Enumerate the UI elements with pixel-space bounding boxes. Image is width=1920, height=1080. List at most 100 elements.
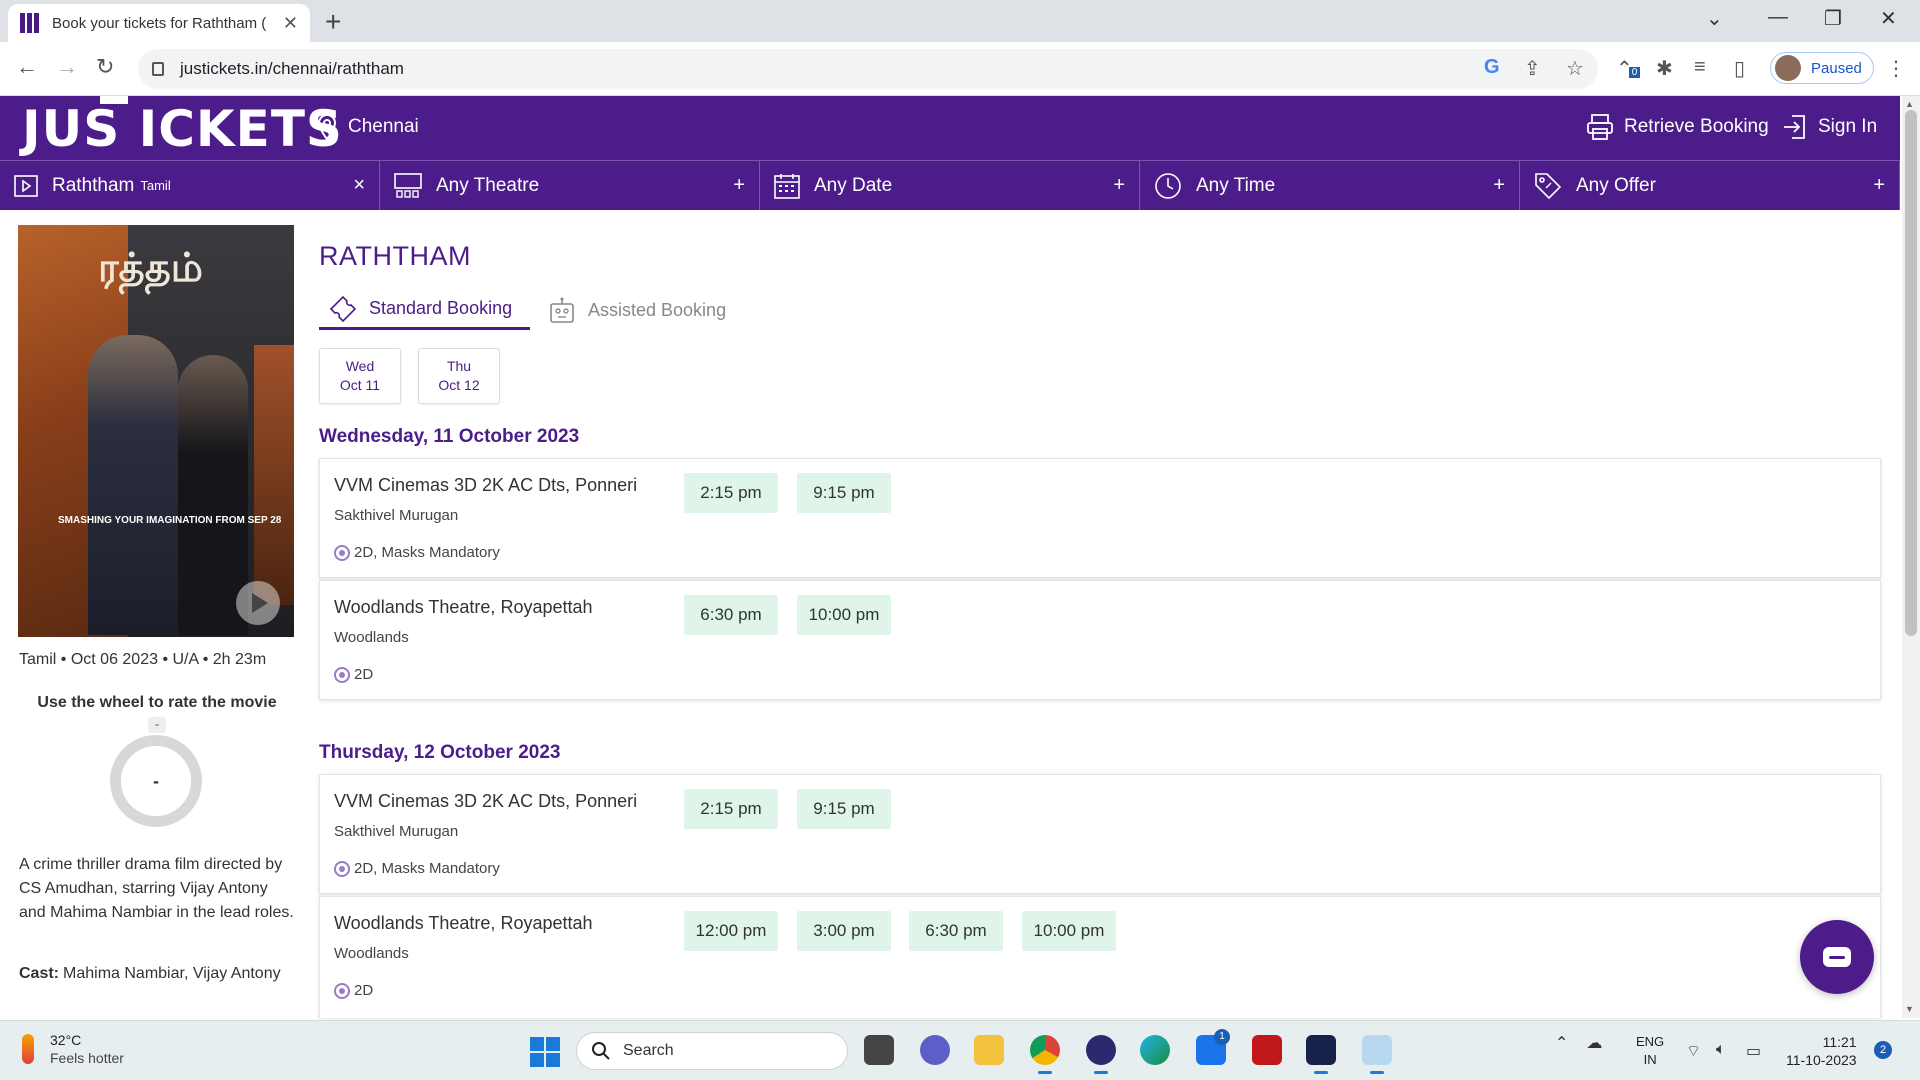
filter-theatre[interactable]: Any Theatre +: [380, 161, 760, 210]
scroll-up-arrow[interactable]: ▲: [1905, 99, 1914, 109]
filter-date[interactable]: Any Date +: [760, 161, 1140, 210]
tab-assisted-label: Assisted Booking: [588, 299, 727, 320]
share-icon[interactable]: ⇪: [1524, 56, 1541, 81]
play-trailer-icon[interactable]: [236, 581, 280, 625]
showtime-button[interactable]: 9:15 pm: [797, 789, 891, 829]
movie-play-icon: [14, 174, 38, 197]
extensions-puzzle-icon[interactable]: ✱: [1656, 56, 1673, 81]
browser-tab[interactable]: Book your tickets for Raththam ( ✕: [8, 4, 310, 42]
scrollbar-thumb[interactable]: [1905, 110, 1917, 636]
lock-icon[interactable]: [152, 62, 164, 76]
browser-tab-strip: Book your tickets for Raththam ( ✕ + ⌄ —…: [0, 0, 1920, 42]
reading-list-icon[interactable]: ≡: [1694, 56, 1706, 79]
weather-widget[interactable]: 32°C Feels hotter: [22, 1031, 124, 1066]
cast-label: Cast:: [19, 965, 60, 982]
tab-assisted-booking[interactable]: Assisted Booking: [548, 290, 726, 330]
showtime-button[interactable]: 2:15 pm: [684, 473, 778, 513]
expand-offer-filter-icon[interactable]: +: [1873, 174, 1885, 197]
new-tab-button[interactable]: +: [325, 6, 341, 38]
wifi-icon[interactable]: ⌔: [1686, 1041, 1701, 1061]
rating-marker: -: [148, 717, 166, 733]
theatre-tags: 2D: [334, 666, 373, 683]
google-icon[interactable]: G: [1484, 56, 1500, 79]
showtime-button[interactable]: 6:30 pm: [684, 595, 778, 635]
movie-meta: Tamil • Oct 06 2023 • U/A • 2h 23m: [19, 651, 267, 668]
city-selector[interactable]: Chennai: [318, 114, 419, 140]
filter-time-label: Any Time: [1196, 174, 1276, 196]
notification-badge[interactable]: 2: [1874, 1041, 1892, 1059]
showtime-button[interactable]: 9:15 pm: [797, 473, 891, 513]
showtime-button[interactable]: 2:15 pm: [684, 789, 778, 829]
url-text: justickets.in/chennai/raththam: [180, 59, 404, 78]
store-badge: 1: [1214, 1029, 1230, 1045]
showtime-button[interactable]: 3:00 pm: [797, 911, 891, 951]
filter-offer[interactable]: Any Offer +: [1520, 161, 1900, 210]
showtime-button[interactable]: 12:00 pm: [684, 911, 778, 951]
theatre-name[interactable]: VVM Cinemas 3D 2K AC Dts, Ponneri: [334, 791, 637, 812]
forward-button[interactable]: →: [56, 54, 78, 80]
microsoft-store-icon[interactable]: 1: [1196, 1029, 1230, 1065]
profile-status: Paused: [1811, 59, 1862, 77]
minimize-button[interactable]: —: [1768, 6, 1788, 29]
location-pin-icon: [318, 114, 336, 140]
side-panel-icon[interactable]: ▯: [1734, 56, 1745, 81]
teams-chat-icon[interactable]: [920, 1035, 950, 1065]
show-hidden-icons-chevron-icon[interactable]: ⌃: [1555, 1033, 1568, 1053]
tab-search-chevron-icon[interactable]: ⌄: [1706, 6, 1723, 31]
rating-wheel[interactable]: -: [110, 735, 202, 827]
expand-theatre-filter-icon[interactable]: +: [733, 174, 745, 197]
mcafee-icon[interactable]: [1252, 1035, 1282, 1065]
expand-time-filter-icon[interactable]: +: [1493, 174, 1505, 197]
expand-date-filter-icon[interactable]: +: [1113, 174, 1125, 197]
language-indicator[interactable]: ENG IN: [1636, 1033, 1664, 1069]
filter-bar: Raththam Tamil × Any Theatre + Any Date …: [0, 160, 1900, 210]
eclipse-icon[interactable]: [1086, 1035, 1116, 1074]
theatre-name[interactable]: VVM Cinemas 3D 2K AC Dts, Ponneri: [334, 475, 637, 496]
justickets-favicon-icon: [20, 13, 40, 33]
date-chip-wed[interactable]: Wed Oct 11: [319, 348, 401, 404]
poster-actor-figure: [88, 335, 178, 635]
showtime-button[interactable]: 10:00 pm: [797, 595, 891, 635]
taskbar-search[interactable]: Search: [576, 1032, 848, 1070]
bookmark-star-icon[interactable]: ☆: [1566, 56, 1584, 81]
showtime-button[interactable]: 6:30 pm: [909, 911, 1003, 951]
avatar: [1775, 55, 1801, 81]
scroll-down-arrow[interactable]: ▼: [1905, 1004, 1914, 1014]
task-view-icon[interactable]: [864, 1035, 894, 1065]
showtime-button[interactable]: 10:00 pm: [1022, 911, 1116, 951]
clear-movie-filter-icon[interactable]: ×: [353, 174, 365, 197]
sign-in-link[interactable]: Sign In: [1782, 114, 1877, 140]
edge-icon[interactable]: [1140, 1035, 1170, 1065]
window-close-button[interactable]: ✕: [1880, 6, 1897, 31]
date-chip-thu[interactable]: Thu Oct 12: [418, 348, 500, 404]
start-button[interactable]: [530, 1037, 560, 1067]
webex-icon[interactable]: [1306, 1035, 1336, 1074]
justickets-logo[interactable]: JUS ICKETS: [22, 100, 343, 158]
extension-badge: 0: [1628, 67, 1641, 78]
filter-movie[interactable]: Raththam Tamil ×: [0, 161, 380, 210]
theatre-name[interactable]: Woodlands Theatre, Royapettah: [334, 913, 593, 934]
address-bar[interactable]: justickets.in/chennai/raththam: [138, 49, 1598, 89]
profile-button[interactable]: Paused: [1770, 52, 1874, 84]
chrome-icon[interactable]: [1030, 1035, 1060, 1074]
tab-standard-booking[interactable]: Standard Booking: [319, 290, 530, 330]
chat-button[interactable]: [1800, 920, 1874, 994]
movie-poster[interactable]: ரத்தம் SMASHING YOUR IMAGINATION FROM SE…: [18, 225, 294, 637]
onedrive-cloud-icon[interactable]: ☁: [1586, 1033, 1602, 1053]
close-tab-icon[interactable]: ✕: [283, 13, 298, 34]
theatre-name[interactable]: Woodlands Theatre, Royapettah: [334, 597, 593, 618]
reload-button[interactable]: ↻: [96, 54, 114, 80]
battery-icon[interactable]: ▭: [1746, 1041, 1761, 1061]
extension-icon[interactable]: ⌃0: [1616, 56, 1641, 81]
back-button[interactable]: ←: [16, 54, 38, 80]
filter-movie-label: Raththam: [52, 174, 135, 196]
filter-time[interactable]: Any Time +: [1140, 161, 1520, 210]
retrieve-booking-link[interactable]: Retrieve Booking: [1586, 114, 1769, 140]
snipping-tool-icon[interactable]: [1362, 1035, 1392, 1074]
volume-icon[interactable]: 🔈︎: [1716, 1041, 1726, 1059]
theatre-card: VVM Cinemas 3D 2K AC Dts, Ponneri Sakthi…: [319, 458, 1881, 578]
menu-kebab-icon[interactable]: ⋮: [1886, 56, 1906, 81]
file-explorer-icon[interactable]: [974, 1035, 1004, 1065]
restore-button[interactable]: ❐: [1824, 6, 1842, 31]
clock[interactable]: 11:21 11-10-2023: [1786, 1033, 1857, 1069]
